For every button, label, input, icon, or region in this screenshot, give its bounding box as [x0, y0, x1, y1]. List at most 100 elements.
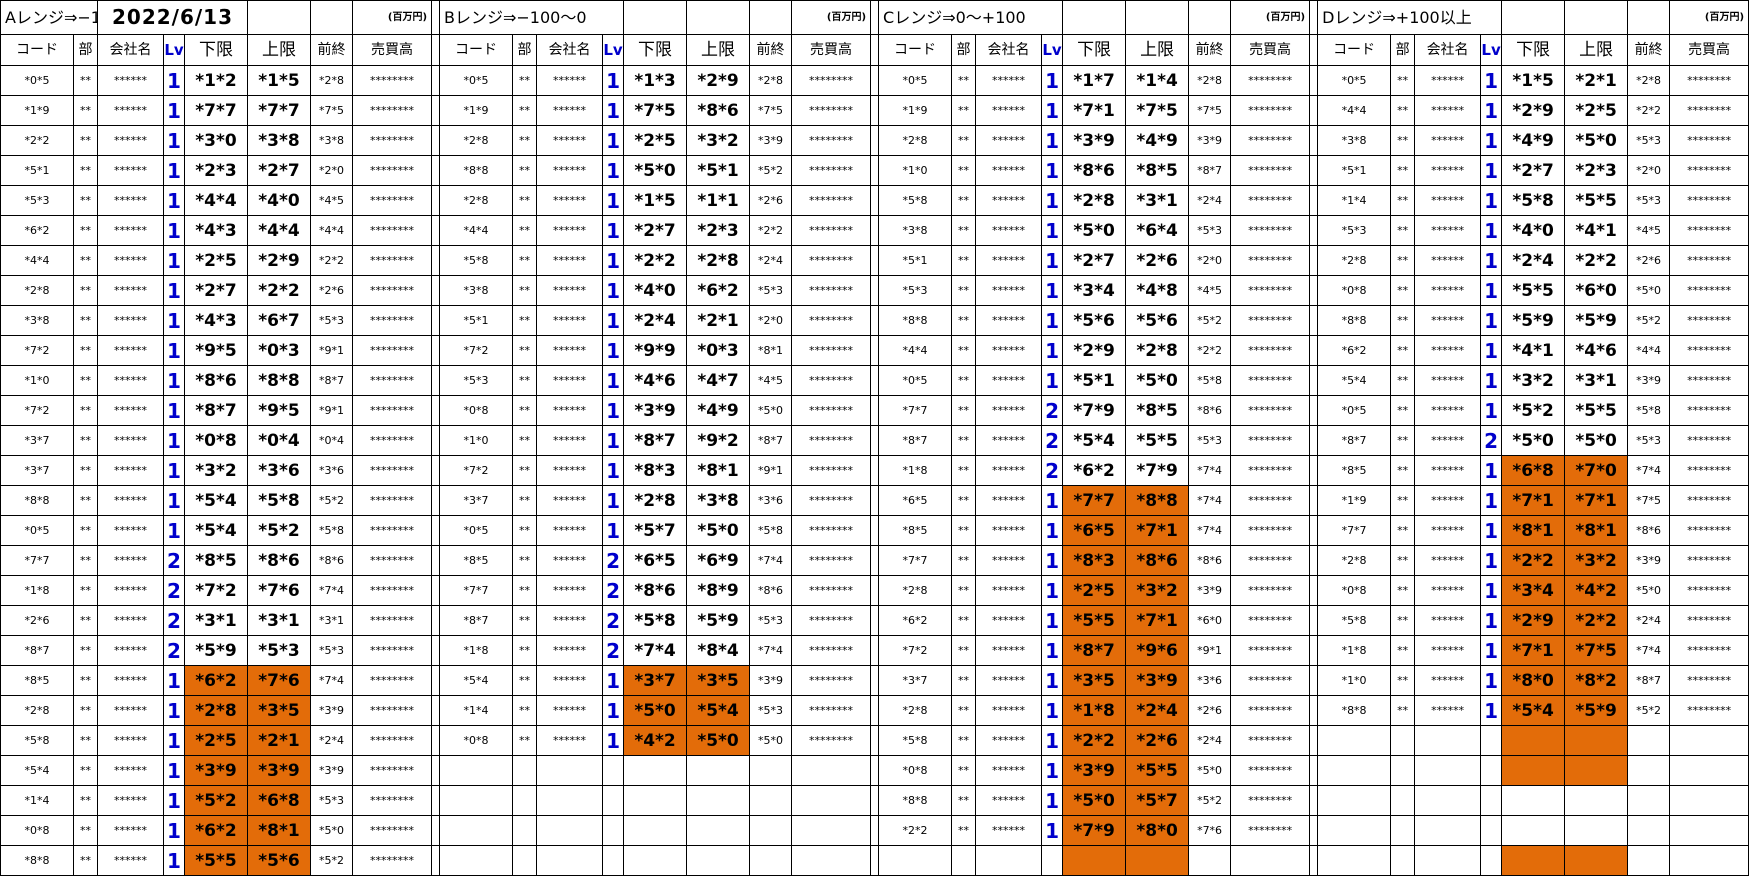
- separator-cell[interactable]: [1309, 725, 1319, 756]
- lower-limit-cell[interactable]: *7*4: [623, 635, 688, 666]
- header-sales[interactable]: 売買高: [352, 34, 433, 66]
- code-cell[interactable]: *5*4: [439, 665, 514, 696]
- bu-cell[interactable]: **: [1390, 155, 1416, 186]
- lv-cell[interactable]: 1: [1480, 245, 1503, 276]
- company-name-cell[interactable]: ******: [975, 335, 1043, 366]
- lower-limit-cell[interactable]: *4*1: [1501, 335, 1566, 366]
- lower-limit-cell[interactable]: *3*7: [623, 665, 688, 696]
- code-cell[interactable]: *7*2: [0, 395, 74, 426]
- trading-value-cell[interactable]: ********: [352, 575, 433, 606]
- prev-close-cell[interactable]: *2*4: [310, 725, 354, 756]
- separator-cell[interactable]: [1309, 155, 1319, 186]
- company-name-cell[interactable]: ******: [1414, 695, 1482, 726]
- lv-cell[interactable]: 1: [1480, 695, 1503, 726]
- prev-close-cell[interactable]: *3*9: [1627, 545, 1671, 576]
- prev-close-cell[interactable]: *8*7: [1188, 155, 1232, 186]
- lv-cell[interactable]: 2: [163, 575, 185, 606]
- lv-cell[interactable]: 1: [1041, 95, 1064, 126]
- lower-limit-cell[interactable]: *5*4: [1501, 695, 1566, 726]
- lv-cell[interactable]: 1: [602, 425, 625, 456]
- lower-limit-cell[interactable]: *6*2: [183, 665, 249, 696]
- header-sales[interactable]: 売買高: [1669, 34, 1749, 66]
- trading-value-cell[interactable]: ********: [352, 815, 433, 846]
- company-name-cell[interactable]: ******: [536, 305, 604, 336]
- separator-cell[interactable]: [431, 305, 441, 336]
- trading-value-cell[interactable]: ********: [1669, 365, 1749, 396]
- lv-cell[interactable]: 1: [602, 65, 625, 96]
- upper-limit-cell[interactable]: *7*6: [247, 665, 312, 696]
- prev-close-cell[interactable]: *5*0: [310, 815, 354, 846]
- company-name-cell[interactable]: ******: [536, 395, 604, 426]
- company-name-cell[interactable]: ******: [1414, 635, 1482, 666]
- upper-limit-cell[interactable]: *8*4: [686, 635, 751, 666]
- separator-cell[interactable]: [870, 695, 880, 726]
- lower-limit-cell[interactable]: *1*5: [623, 185, 688, 216]
- lower-limit-cell[interactable]: *9*9: [623, 335, 688, 366]
- trading-value-cell[interactable]: ********: [1230, 95, 1311, 126]
- header-code[interactable]: コード: [439, 34, 514, 66]
- trading-value-cell[interactable]: ********: [1669, 665, 1749, 696]
- trading-value-cell[interactable]: [791, 785, 872, 816]
- code-cell[interactable]: *1*9: [439, 95, 514, 126]
- prev-close-cell[interactable]: *5*2: [310, 845, 354, 876]
- prev-close-cell[interactable]: *2*2: [1627, 95, 1671, 126]
- unit-label[interactable]: (百万円): [1230, 0, 1311, 35]
- trading-value-cell[interactable]: ********: [352, 275, 433, 306]
- lv-cell[interactable]: 1: [602, 215, 625, 246]
- lower-limit-cell[interactable]: *4*3: [183, 305, 249, 336]
- header-name[interactable]: 会社名: [1414, 34, 1482, 66]
- upper-limit-cell[interactable]: *1*4: [1125, 65, 1190, 96]
- company-name-cell[interactable]: ******: [1414, 425, 1482, 456]
- upper-limit-cell[interactable]: *6*9: [686, 545, 751, 576]
- company-name-cell[interactable]: ******: [97, 245, 164, 276]
- lv-cell[interactable]: 1: [1041, 305, 1064, 336]
- code-cell[interactable]: *1*4: [439, 695, 514, 726]
- prev-close-cell[interactable]: *8*6: [1627, 515, 1671, 546]
- lower-limit-cell[interactable]: *3*0: [183, 125, 249, 156]
- company-name-cell[interactable]: ******: [975, 305, 1043, 336]
- bu-cell[interactable]: [512, 815, 538, 846]
- bu-cell[interactable]: [1390, 785, 1416, 816]
- trading-value-cell[interactable]: ********: [791, 245, 872, 276]
- header-lv[interactable]: Lv: [602, 34, 625, 66]
- upper-limit-cell[interactable]: *5*2: [247, 515, 312, 546]
- lower-limit-cell[interactable]: *4*2: [623, 725, 688, 756]
- company-name-cell[interactable]: ******: [1414, 215, 1482, 246]
- lower-limit-cell[interactable]: *3*2: [183, 455, 249, 486]
- company-name-cell[interactable]: ******: [975, 605, 1043, 636]
- code-cell[interactable]: *5*3: [439, 365, 514, 396]
- trading-value-cell[interactable]: ********: [791, 125, 872, 156]
- upper-limit-cell[interactable]: *2*5: [1564, 95, 1629, 126]
- bu-cell[interactable]: **: [951, 125, 977, 156]
- separator-cell[interactable]: [1309, 34, 1319, 66]
- trading-value-cell[interactable]: ********: [791, 65, 872, 96]
- unit-label[interactable]: (百万円): [791, 0, 872, 35]
- prev-close-cell[interactable]: *8*6: [749, 575, 793, 606]
- upper-limit-cell[interactable]: *8*6: [1125, 545, 1190, 576]
- company-name-cell[interactable]: ******: [1414, 65, 1482, 96]
- lower-limit-cell[interactable]: *7*1: [1501, 485, 1566, 516]
- code-cell[interactable]: *1*8: [1317, 635, 1392, 666]
- separator-cell[interactable]: [431, 485, 441, 516]
- lv-cell[interactable]: 1: [163, 455, 185, 486]
- code-cell[interactable]: [878, 845, 953, 876]
- company-name-cell[interactable]: ******: [97, 335, 164, 366]
- trading-value-cell[interactable]: ********: [1230, 425, 1311, 456]
- prev-close-cell[interactable]: *8*1: [749, 335, 793, 366]
- upper-limit-cell[interactable]: [686, 755, 751, 786]
- prev-close-cell[interactable]: *3*9: [1627, 365, 1671, 396]
- company-name-cell[interactable]: ******: [97, 665, 164, 696]
- code-cell[interactable]: *3*7: [0, 455, 74, 486]
- upper-limit-cell[interactable]: *5*5: [1125, 425, 1190, 456]
- separator-cell[interactable]: [1309, 95, 1319, 126]
- separator-cell[interactable]: [1309, 785, 1319, 816]
- separator-cell[interactable]: [1309, 815, 1319, 846]
- upper-limit-cell[interactable]: *8*5: [1125, 155, 1190, 186]
- bu-cell[interactable]: **: [512, 275, 538, 306]
- header-bu[interactable]: 部: [512, 34, 538, 66]
- code-cell[interactable]: *7*2: [439, 455, 514, 486]
- lower-limit-cell[interactable]: *5*0: [623, 155, 688, 186]
- upper-limit-cell[interactable]: *9*6: [1125, 635, 1190, 666]
- company-name-cell[interactable]: ******: [975, 755, 1043, 786]
- lower-limit-cell[interactable]: *3*4: [1062, 275, 1127, 306]
